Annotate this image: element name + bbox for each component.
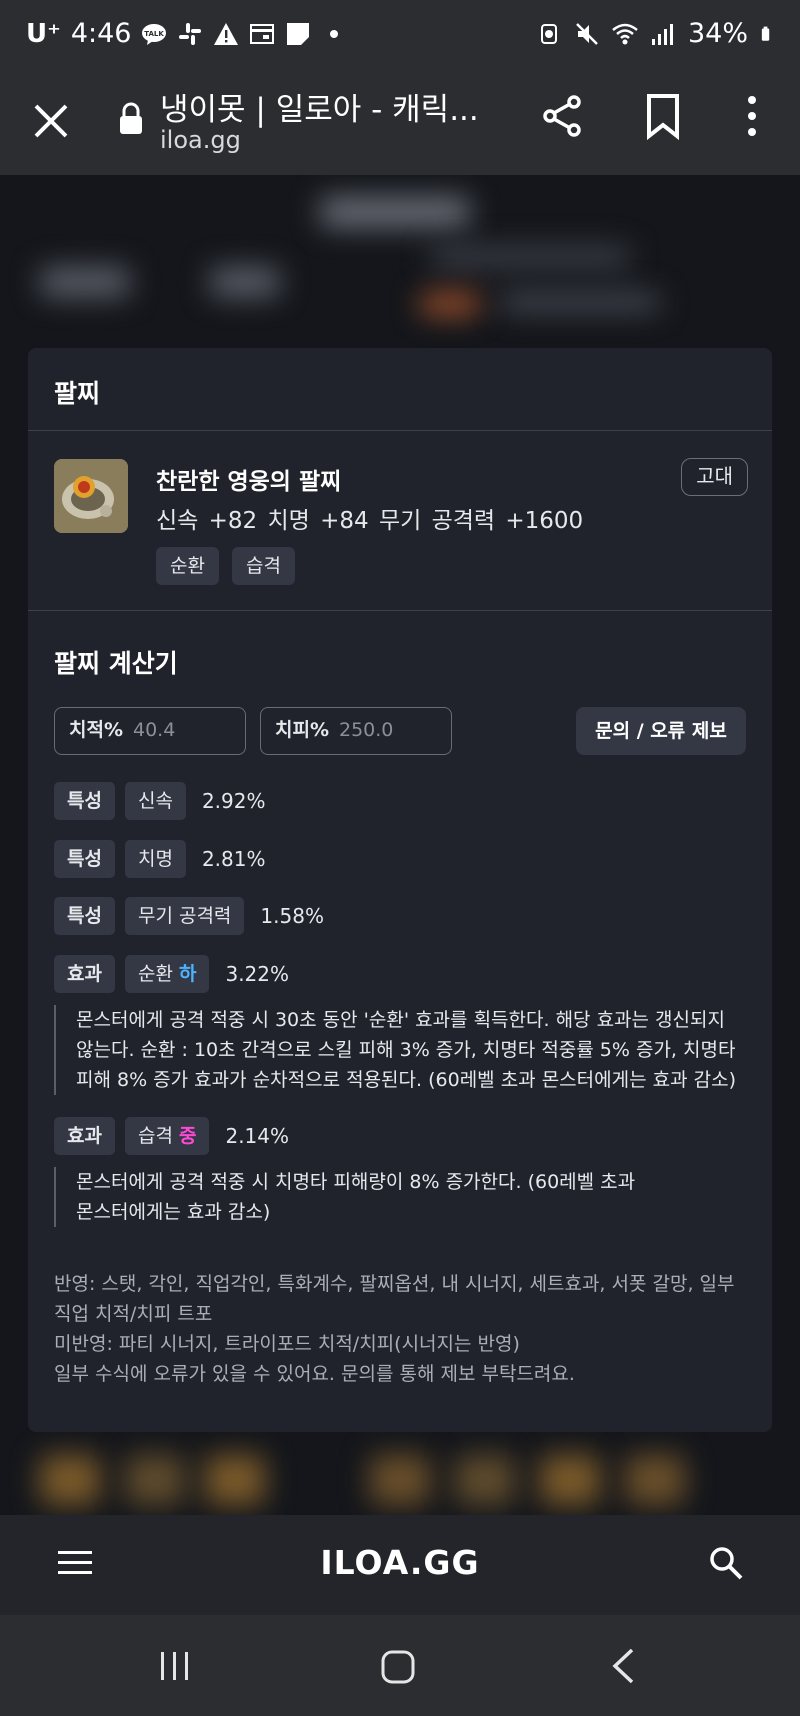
more-notifications-icon [330, 29, 339, 38]
item-name: 찬란한 영웅의 팔찌 [156, 469, 342, 495]
row-name: 신속 [124, 782, 186, 820]
search-icon[interactable] [708, 1545, 744, 1581]
wifi-icon [612, 23, 638, 44]
memo-notification-icon [287, 22, 310, 45]
status-bar: U⁺ 4:46 TALK 34% [0, 0, 800, 70]
recent-apps-icon[interactable] [158, 1649, 192, 1683]
slack-notification-icon [179, 22, 202, 45]
row-percent: 3.22% [225, 962, 290, 986]
row-name-chip: 습격 중 [124, 1117, 210, 1155]
crit-rate-label: 치적% [69, 719, 123, 741]
stat-row: 특성 치명 2.81% [54, 840, 265, 878]
note-line: 직업 치적/치피 트포 [54, 1303, 213, 1325]
back-icon[interactable] [610, 1647, 636, 1685]
battery-percent: 34% [687, 18, 748, 49]
stat-row: 특성 신속 2.92% [54, 782, 265, 820]
more-vertical-icon[interactable] [740, 92, 764, 140]
android-nav-bar [0, 1615, 800, 1716]
effect-row: 효과 순환 하 3.22% [54, 955, 289, 993]
warning-icon [214, 22, 239, 45]
row-kind: 효과 [54, 1117, 115, 1155]
item-stats: 신속 +82 치명 +84 무기 공격력 +1600 [156, 508, 584, 534]
level-low: 하 [178, 963, 197, 985]
row-name: 무기 공격력 [124, 897, 245, 935]
crit-damage-input[interactable]: 치피% 250.0 [260, 707, 452, 755]
row-kind: 특성 [54, 840, 115, 878]
row-percent: 2.81% [201, 847, 266, 871]
share-icon[interactable] [538, 92, 586, 140]
description-line: 않는다. 순환 : 10초 간격으로 스킬 피해 3% 증가, 치명타 적중률 … [76, 1039, 736, 1061]
description-line: 피해 8% 증가 효과가 순차적으로 적용된다. (60레벨 초과 몬스터에게는… [76, 1069, 736, 1091]
close-icon[interactable] [30, 100, 72, 142]
crit-rate-value: 40.4 [133, 719, 176, 741]
divider [28, 430, 772, 431]
divider [28, 610, 772, 611]
row-percent: 2.14% [225, 1124, 290, 1148]
level-mid: 중 [178, 1125, 197, 1147]
effect-row: 효과 습격 중 2.14% [54, 1117, 289, 1155]
row-percent: 1.58% [260, 904, 324, 928]
crit-damage-label: 치피% [275, 719, 329, 741]
row-name: 순환 [137, 963, 173, 985]
lock-icon [120, 102, 142, 134]
talk-notification-icon: TALK [142, 23, 167, 45]
row-name: 치명 [124, 840, 186, 878]
row-name: 습격 [137, 1125, 173, 1147]
battery-icon [761, 26, 770, 41]
row-name-chip: 순환 하 [124, 955, 210, 993]
calculator-notes: 반영: 스탯, 각인, 직업각인, 특화계수, 팔찌옵션, 내 시너지, 세트효… [54, 1269, 754, 1389]
browser-toolbar: 냉이못 | 일로아 - 캐릭... iloa.gg [0, 70, 800, 175]
row-kind: 특성 [54, 897, 115, 935]
note-line: 반영: 스탯, 각인, 직업각인, 특화계수, 팔찌옵션, 내 시너지, 세트효… [54, 1273, 735, 1295]
site-logo[interactable]: ILOA.GG [0, 1543, 800, 1582]
calculator-title: 팔찌 계산기 [54, 649, 178, 678]
grade-badge: 고대 [681, 458, 748, 496]
note-line: 미반영: 파티 시너지, 트라이포드 치적/치피(시너지는 반영) [54, 1333, 520, 1355]
row-kind: 효과 [54, 955, 115, 993]
page-url[interactable]: iloa.gg [160, 126, 241, 154]
alarm-icon [540, 23, 557, 44]
bracelet-modal: 팔찌 찬란한 영웅의 팔찌 신속 +82 치명 +84 무기 공격력 +1600… [28, 348, 772, 1432]
note-line: 일부 수식에 오류가 있을 수 있어요. 문의를 통해 제보 부탁드려요. [54, 1363, 575, 1385]
row-percent: 2.92% [201, 789, 266, 813]
report-button[interactable]: 문의 / 오류 제보 [576, 707, 746, 755]
crit-rate-input[interactable]: 치적% 40.4 [54, 707, 246, 755]
description-line: 몬스터에게는 효과 감소) [76, 1201, 271, 1223]
crit-damage-value: 250.0 [339, 719, 394, 741]
carrier-label: U⁺ [26, 18, 61, 49]
page-title[interactable]: 냉이못 | 일로아 - 캐릭... [160, 84, 490, 129]
row-kind: 특성 [54, 782, 115, 820]
modal-title: 팔찌 [54, 379, 101, 408]
signal-icon [651, 23, 673, 45]
description-line: 몬스터에게 공격 적중 시 치명타 피해량이 8% 증가한다. (60레벨 초과 [76, 1171, 636, 1193]
effect-description: 몬스터에게 공격 적중 시 30초 동안 '순환' 효과를 획득한다. 해당 효… [54, 1005, 736, 1095]
home-icon[interactable] [380, 1649, 416, 1685]
effect-tag: 습격 [232, 547, 295, 585]
bracelet-item-icon [54, 459, 128, 533]
effect-description: 몬스터에게 공격 적중 시 치명타 피해량이 8% 증가한다. (60레벨 초과… [54, 1167, 635, 1227]
mute-icon [576, 22, 598, 45]
effect-tag: 순환 [156, 547, 219, 585]
clock: 4:46 [70, 18, 132, 49]
bookmark-icon[interactable] [644, 92, 682, 140]
description-line: 몬스터에게 공격 적중 시 30초 동안 '순환' 효과를 획득한다. 해당 효… [76, 1009, 725, 1031]
svg-text:TALK: TALK [145, 30, 165, 38]
card-notification-icon [250, 23, 275, 44]
site-navbar: ILOA.GG [0, 1515, 800, 1615]
stat-row: 특성 무기 공격력 1.58% [54, 897, 324, 935]
